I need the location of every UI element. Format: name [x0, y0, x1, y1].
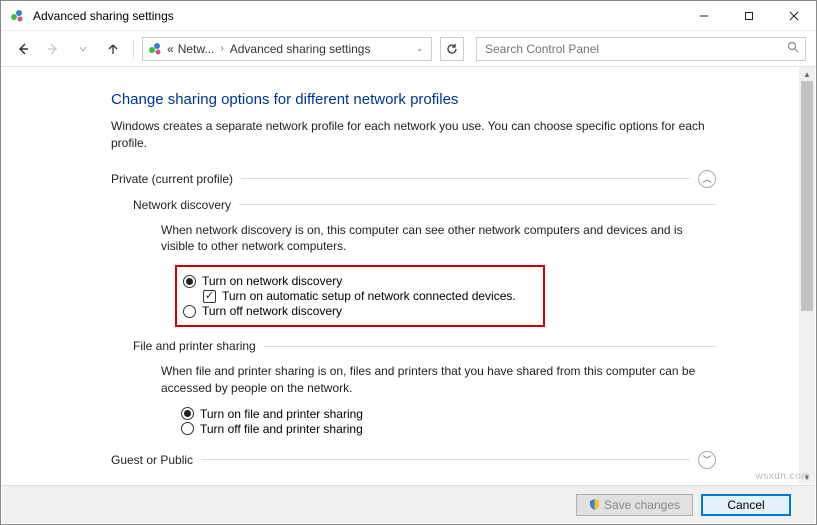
- search-box[interactable]: [476, 37, 806, 61]
- shield-icon: [589, 499, 600, 510]
- radio-icon: [183, 305, 196, 318]
- titlebar: Advanced sharing settings: [1, 1, 816, 31]
- chevron-down-icon[interactable]: ﹀: [698, 451, 716, 469]
- scroll-down-icon[interactable]: ▼: [799, 470, 815, 484]
- file-printer-body: When file and printer sharing is on, fil…: [161, 363, 716, 397]
- radio-nd-on[interactable]: Turn on network discovery: [183, 274, 533, 288]
- breadcrumb-icon: [147, 41, 163, 57]
- radio-icon: [181, 422, 194, 435]
- cancel-button[interactable]: Cancel: [701, 494, 791, 516]
- network-discovery-options: Turn on network discovery ✓ Turn on auto…: [175, 265, 545, 327]
- checkbox-nd-auto[interactable]: ✓ Turn on automatic setup of network con…: [203, 289, 533, 303]
- chevron-up-icon[interactable]: ︿: [698, 170, 716, 188]
- forward-button[interactable]: [41, 37, 65, 61]
- section-guest-label: Guest or Public: [111, 453, 193, 467]
- breadcrumb-dropdown-icon[interactable]: ⌄: [416, 44, 427, 53]
- breadcrumb[interactable]: « Netw... › Advanced sharing settings ⌄: [142, 37, 432, 61]
- minimize-button[interactable]: [681, 1, 726, 30]
- recent-dropdown[interactable]: [71, 37, 95, 61]
- window-title: Advanced sharing settings: [33, 9, 681, 23]
- search-icon: [787, 41, 799, 56]
- scroll-thumb[interactable]: [801, 81, 813, 311]
- bottombar: Save changes Cancel: [2, 485, 815, 523]
- scrollbar[interactable]: ▲ ▼: [799, 67, 815, 484]
- app-icon: [9, 8, 25, 24]
- radio-fp-off[interactable]: Turn off file and printer sharing: [181, 422, 716, 436]
- file-printer-heading: File and printer sharing: [133, 339, 716, 353]
- breadcrumb-level1[interactable]: Netw...: [178, 42, 215, 56]
- close-button[interactable]: [771, 1, 816, 30]
- maximize-button[interactable]: [726, 1, 771, 30]
- refresh-button[interactable]: [440, 37, 464, 61]
- breadcrumb-level2[interactable]: Advanced sharing settings: [230, 42, 371, 56]
- chevron-right-icon: ›: [218, 43, 225, 54]
- back-button[interactable]: [11, 37, 35, 61]
- page-description: Windows creates a separate network profi…: [111, 118, 716, 152]
- file-printer-options: Turn on file and printer sharing Turn of…: [181, 407, 716, 436]
- radio-fp-on[interactable]: Turn on file and printer sharing: [181, 407, 716, 421]
- breadcrumb-prefix: «: [167, 42, 174, 56]
- scroll-up-icon[interactable]: ▲: [799, 67, 815, 81]
- radio-icon: [181, 407, 194, 420]
- radio-icon: [183, 275, 196, 288]
- search-input[interactable]: [483, 41, 787, 57]
- section-guest-header[interactable]: Guest or Public ﹀: [111, 451, 716, 469]
- up-button[interactable]: [101, 37, 125, 61]
- section-private-label: Private (current profile): [111, 172, 233, 186]
- network-discovery-body: When network discovery is on, this compu…: [161, 222, 716, 256]
- network-discovery-heading: Network discovery: [133, 198, 716, 212]
- content-area: Change sharing options for different net…: [1, 67, 816, 484]
- navbar: « Netw... › Advanced sharing settings ⌄: [1, 31, 816, 67]
- checkbox-icon: ✓: [203, 290, 216, 303]
- radio-nd-off[interactable]: Turn off network discovery: [183, 304, 533, 318]
- save-changes-button[interactable]: Save changes: [576, 494, 693, 516]
- page-title: Change sharing options for different net…: [111, 91, 716, 108]
- section-private-header[interactable]: Private (current profile) ︿: [111, 170, 716, 188]
- separator: [133, 39, 134, 59]
